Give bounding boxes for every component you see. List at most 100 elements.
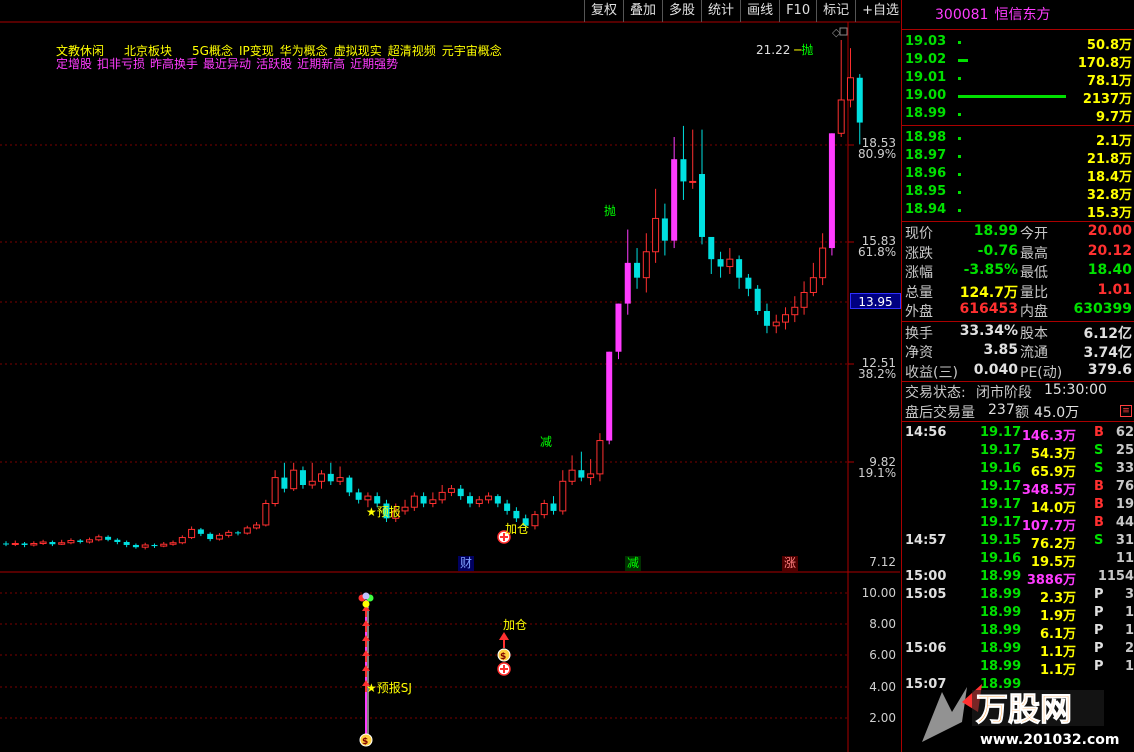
ask-row[interactable]: 19.00 2137万	[902, 87, 1134, 107]
candle-body	[188, 528, 196, 539]
toolbar-button-7[interactable]: +自选	[855, 0, 905, 22]
toolbar-button-0[interactable]: 复权	[584, 0, 623, 22]
quote-row: 净资 3.85 流通 3.74亿	[902, 342, 1134, 362]
quote-row: 现价 18.99 今开 20.00	[902, 223, 1134, 243]
money-bag-symbol: $	[362, 737, 368, 747]
tick-row[interactable]: 18.99 1.9万 P 1	[902, 604, 1134, 624]
indicator-tick-label: 6.00	[869, 648, 896, 662]
candle-body	[828, 133, 835, 249]
tick-count: 1	[1124, 605, 1134, 620]
quote-value: -3.85%	[963, 262, 1018, 278]
tick-price: 19.15	[980, 533, 1022, 548]
candle-body	[447, 488, 455, 493]
toolbar-button-1[interactable]: 叠加	[623, 0, 662, 22]
candle-body	[485, 495, 493, 501]
order-price: 18.96	[905, 166, 947, 181]
tick-list[interactable]: 14:56 19.17 146.3万 B 62 19.17 54.3万 S 25 19.16 65.…	[902, 422, 1134, 694]
tick-row[interactable]: 15:06 18.99 1.1万 P 2	[902, 640, 1134, 660]
candle-body	[178, 537, 186, 544]
detail-icon[interactable]: ≡	[1120, 404, 1132, 417]
tick-row[interactable]: 19.16 65.9万 S 33	[902, 460, 1134, 480]
reduce-event-marker[interactable]: 减	[625, 556, 641, 571]
order-volume-bar	[958, 113, 961, 116]
tick-row[interactable]: 14:57 19.15 76.2万 S 31	[902, 532, 1134, 552]
candle-body	[141, 544, 149, 548]
candle-body	[77, 540, 84, 543]
toolbar-button-3[interactable]: 统计	[701, 0, 740, 22]
tick-side: B	[1094, 425, 1104, 440]
tick-count: 11	[1115, 551, 1134, 566]
bid-list: 18.98 2.1万 18.97 21.8万 18.96 18.4万 18.95 32.8万 1…	[902, 126, 1134, 221]
candle-body	[215, 534, 223, 540]
bid-row[interactable]: 18.94 15.3万	[902, 201, 1134, 221]
quote-row: 换手 33.34% 股本 6.12亿	[902, 323, 1134, 343]
tick-count: 25	[1115, 443, 1134, 458]
quote-value: 20.00	[1087, 223, 1132, 239]
tick-row[interactable]: 19.17 348.5万 B 76	[902, 478, 1134, 498]
candle-body	[67, 540, 75, 544]
concept-tag: 元宇宙概念	[441, 44, 502, 58]
quote-value: 630399	[1073, 301, 1132, 317]
kline-chart[interactable]: ◇ $$	[0, 0, 900, 752]
svg-text:万股网: 万股网	[976, 690, 1072, 728]
bid-row[interactable]: 18.98 2.1万	[902, 129, 1134, 149]
candle-body	[30, 542, 38, 546]
pao-signal: 抛	[604, 204, 617, 218]
candle-body	[207, 533, 214, 540]
y-tick-label: 7.12	[869, 555, 896, 569]
candle-body	[809, 277, 817, 293]
tick-row[interactable]: 19.17 107.7万 B 44	[902, 514, 1134, 534]
candle-body	[11, 542, 19, 545]
candle-body	[856, 77, 863, 123]
toolbar-button-4[interactable]: 画线	[740, 0, 779, 22]
tick-count: 76	[1115, 479, 1134, 494]
candle-body	[494, 496, 501, 504]
ask-row[interactable]: 18.99 9.7万	[902, 105, 1134, 125]
order-volume-bar	[958, 59, 968, 62]
candle-body	[253, 524, 261, 529]
ask-row[interactable]: 19.01 78.1万	[902, 69, 1134, 89]
rise-event-marker[interactable]: 涨	[782, 556, 798, 571]
bid-row[interactable]: 18.95 32.8万	[902, 183, 1134, 203]
tick-row[interactable]: 19.17 54.3万 S 25	[902, 442, 1134, 462]
tick-count: 1	[1124, 659, 1134, 674]
order-volume-bar	[958, 209, 961, 212]
order-volume-bar	[958, 191, 961, 194]
tick-side: S	[1094, 533, 1104, 548]
jiacang-signal: 加仓	[505, 522, 530, 536]
tick-side: P	[1094, 605, 1104, 620]
finance-event-marker[interactable]: 财	[458, 556, 474, 571]
tick-row[interactable]: 15:05 18.99 2.3万 P 3	[902, 586, 1134, 606]
tick-row[interactable]: 14:56 19.17 146.3万 B 62	[902, 424, 1134, 444]
candle-body	[587, 473, 595, 479]
quote-label: 收益(三)	[905, 364, 958, 381]
ask-row[interactable]: 19.03 50.8万	[902, 33, 1134, 53]
tick-price: 18.99	[980, 587, 1022, 602]
bid-row[interactable]: 18.97 21.8万	[902, 147, 1134, 167]
jian-signal: 减	[540, 435, 553, 449]
candle-body	[772, 321, 780, 327]
tick-row[interactable]: 18.99 6.1万 P 1	[902, 622, 1134, 642]
y-tick-percent: 19.1%	[858, 466, 897, 480]
square-icon	[839, 27, 848, 36]
concept-tag: 定增股	[56, 57, 93, 71]
toolbar-button-2[interactable]: 多股	[662, 0, 701, 22]
tick-row[interactable]: 15:00 18.99 3886万 1154	[902, 568, 1134, 588]
tick-time: 14:57	[905, 533, 947, 548]
candle-body	[86, 539, 94, 543]
quote-label: 涨跌	[905, 245, 933, 262]
tick-row[interactable]: 19.16 19.5万 11	[902, 550, 1134, 570]
toolbar-button-5[interactable]: F10	[779, 0, 816, 22]
tick-time: 15:00	[905, 569, 947, 584]
tick-row[interactable]: 19.17 14.0万 B 19	[902, 496, 1134, 516]
tick-row[interactable]: 18.99 1.1万 P 1	[902, 658, 1134, 678]
ask-row[interactable]: 19.02 170.8万	[902, 51, 1134, 71]
bid-row[interactable]: 18.96 18.4万	[902, 165, 1134, 185]
tick-price: 18.99	[980, 605, 1022, 620]
candle-body	[615, 303, 622, 352]
quote-label: 净资	[905, 345, 933, 361]
order-price: 19.02	[905, 52, 947, 67]
toolbar-button-6[interactable]: 标记	[816, 0, 855, 22]
tick-count: 44	[1115, 515, 1134, 530]
tick-price: 18.99	[980, 659, 1022, 674]
